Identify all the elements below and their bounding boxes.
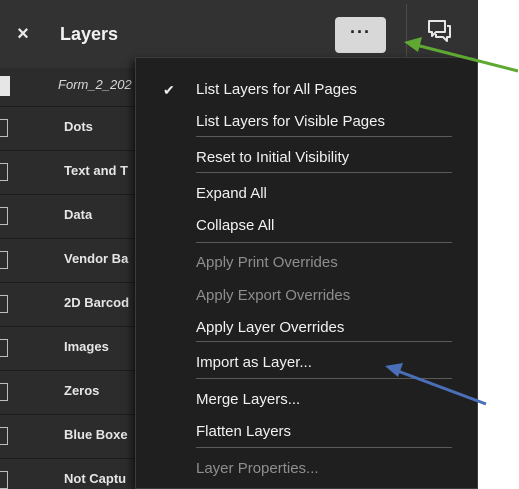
layer-name: Vendor Ba <box>64 251 129 266</box>
layer-name: Blue Boxe <box>64 427 128 442</box>
menu-item[interactable]: Flatten Layers <box>136 417 477 447</box>
layer-name: Dots <box>64 119 93 134</box>
menu-item-label: List Layers for Visible Pages <box>196 113 385 130</box>
menu-item-label: Apply Print Overrides <box>196 254 338 271</box>
menu-item-label: Layer Properties... <box>196 460 319 477</box>
menu-item[interactable]: ✔ List Layers for All Pages <box>136 75 477 105</box>
menu-item-label: Apply Export Overrides <box>196 287 351 304</box>
menu-item[interactable]: Collapse All <box>136 211 477 241</box>
layer-name: Text and T <box>64 163 129 178</box>
screenshot-canvas: × Layers ··· Form_2_202 Dots Text and T Da… <box>0 0 519 489</box>
menu-item[interactable]: Expand All <box>136 179 477 209</box>
file-expand-icon[interactable] <box>0 76 10 96</box>
visibility-toggle-icon[interactable] <box>0 119 8 137</box>
menu-item-label: Expand All <box>196 185 267 202</box>
panel-title: Layers <box>60 24 119 44</box>
menu-item: Apply Export Overrides <box>136 281 477 311</box>
header-divider <box>406 4 407 64</box>
visibility-toggle-icon[interactable] <box>0 471 8 489</box>
menu-item[interactable]: Apply Layer Overrides <box>136 313 477 343</box>
visibility-toggle-icon[interactable] <box>0 383 8 401</box>
visibility-toggle-icon[interactable] <box>0 295 8 313</box>
comment-icon[interactable] <box>425 17 453 47</box>
menu-item-label: Reset to Initial Visibility <box>196 149 350 166</box>
menu-item[interactable]: Import as Layer... <box>136 348 477 378</box>
close-button[interactable]: × <box>12 22 34 46</box>
menu-separator <box>196 447 452 448</box>
layer-name: Not Captu <box>64 471 127 486</box>
menu-separator <box>196 136 452 137</box>
visibility-toggle-icon[interactable] <box>0 207 8 225</box>
menu-item: Apply Print Overrides <box>136 248 477 278</box>
menu-item-label: List Layers for All Pages <box>196 81 357 98</box>
menu-item-label: Flatten Layers <box>196 423 292 440</box>
visibility-toggle-icon[interactable] <box>0 339 8 357</box>
menu-item[interactable]: List Layers for Visible Pages <box>136 107 477 137</box>
layer-name: Images <box>64 339 109 354</box>
menu-separator <box>196 172 452 173</box>
more-options-button[interactable]: ··· <box>335 17 386 53</box>
visibility-toggle-icon[interactable] <box>0 251 8 269</box>
visibility-toggle-icon[interactable] <box>0 427 8 445</box>
menu-separator <box>196 242 452 243</box>
visibility-toggle-icon[interactable] <box>0 163 8 181</box>
menu-item-label: Import as Layer... <box>196 354 312 371</box>
layer-name: 2D Barcod <box>64 295 130 310</box>
layer-name: Zeros <box>64 383 100 398</box>
layer-name: Data <box>64 207 93 222</box>
options-menu: ✔ List Layers for All Pages List Layers fo… <box>135 57 478 489</box>
layers-panel: × Layers ··· Form_2_202 Dots Text and T Da… <box>0 0 478 489</box>
checkmark-icon: ✔ <box>163 82 175 98</box>
menu-item-label: Merge Layers... <box>196 391 301 408</box>
menu-separator <box>196 341 452 342</box>
file-name: Form_2_202 <box>58 77 132 92</box>
menu-item[interactable]: Reset to Initial Visibility <box>136 143 477 173</box>
menu-item: Layer Properties... <box>136 454 477 484</box>
menu-item-label: Apply Layer Overrides <box>196 319 345 336</box>
menu-separator <box>196 378 452 379</box>
menu-item[interactable]: Merge Layers... <box>136 385 477 415</box>
menu-item-label: Collapse All <box>196 217 275 234</box>
